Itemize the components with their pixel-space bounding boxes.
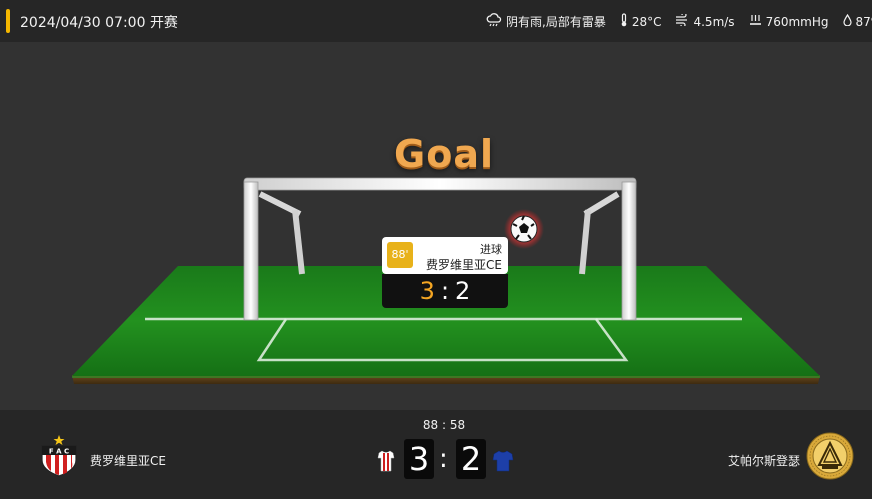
match-clock: 88 : 58 — [422, 418, 466, 432]
weather-wind: 4.5m/s — [675, 12, 735, 29]
pitch-graphic — [72, 177, 820, 384]
home-score: 3 — [404, 439, 434, 479]
away-team-logo[interactable] — [806, 432, 854, 484]
weather-info: 阴有雨,局部有雷暴 28°C 4.5m/s 760mmHg 87% — [486, 12, 872, 30]
scoreboard-bar: F A C 费罗维里亚CE 88 : 58 3 : 2 艾帕尔斯登瑟 — [0, 410, 872, 499]
weather-condition: 阴有雨,局部有雷暴 — [486, 13, 606, 30]
match-animation-stage: Goal 88' 进球 费罗维里亚CE 3:2 — [0, 42, 872, 410]
home-kit-icon — [377, 450, 395, 476]
event-card: 88' 进球 费罗维里亚CE — [382, 237, 508, 274]
score-separator: : — [439, 444, 448, 474]
pressure-icon — [749, 14, 766, 29]
event-minute-badge: 88' — [387, 242, 413, 268]
event-score-away: 2 — [455, 277, 471, 305]
away-team-name[interactable]: 艾帕尔斯登瑟 — [728, 452, 800, 469]
away-kit-icon — [492, 450, 514, 476]
rain-cloud-icon — [486, 13, 506, 30]
weather-humidity: 87% — [842, 13, 872, 29]
event-score: 3:2 — [382, 274, 508, 308]
away-score: 2 — [456, 439, 486, 479]
football-icon — [504, 209, 544, 249]
event-team: 费罗维里亚CE — [426, 258, 502, 272]
goal-left-post — [243, 181, 259, 321]
top-bar: 2024/04/30 07:00 开赛 阴有雨,局部有雷暴 28°C 4.5m/… — [0, 0, 872, 42]
home-team-name[interactable]: 费罗维里亚CE — [90, 452, 166, 469]
water-drop-icon — [842, 13, 856, 29]
event-score-home: 3 — [419, 277, 435, 305]
goal-crossbar — [243, 177, 637, 191]
match-datetime: 2024/04/30 07:00 开赛 — [20, 15, 178, 31]
goal-right-post — [621, 181, 637, 321]
thermometer-icon — [620, 13, 632, 30]
event-score-separator: : — [440, 277, 450, 305]
wind-icon — [675, 12, 693, 29]
weather-temperature: 28°C — [620, 13, 661, 30]
goal-title: Goal — [394, 132, 494, 176]
home-logo-text: F A C — [49, 448, 69, 456]
home-team-logo[interactable]: F A C — [38, 434, 80, 482]
weather-pressure: 760mmHg — [749, 14, 829, 29]
event-type: 进球 — [480, 243, 502, 256]
accent-bar — [6, 9, 10, 33]
